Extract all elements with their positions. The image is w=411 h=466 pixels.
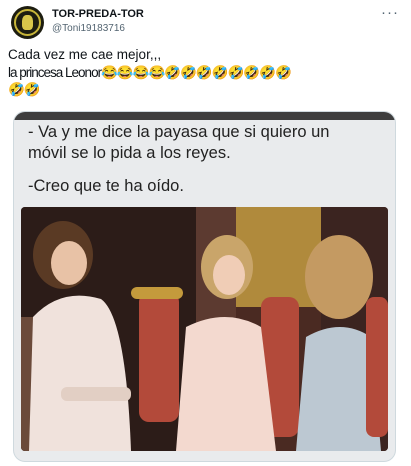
tweet-header: TOR-PREDA-TOR @Toni19183716 ··· <box>8 4 403 39</box>
avatar-figure <box>22 15 33 30</box>
tweet-text: Cada vez me cae mejor,,, la princesa Leo… <box>8 46 400 99</box>
user-handle[interactable]: @Toni19183716 <box>52 23 125 34</box>
tweet-text-line: la princesa Leonor😂😂😂😂🤣🤣🤣🤣🤣🤣🤣🤣 <box>8 64 292 80</box>
avatar[interactable] <box>11 6 44 39</box>
tweet-text-line: 🤣🤣 <box>8 82 41 97</box>
meme-top-bar <box>14 112 395 120</box>
meme-caption-line: - Va y me dice la payasa que si quiero u… <box>28 123 330 141</box>
display-name[interactable]: TOR-PREDA-TOR <box>52 8 144 20</box>
meme-photo <box>21 207 388 451</box>
meme-caption: - Va y me dice la payasa que si quiero u… <box>28 122 388 197</box>
tweet-text-line: Cada vez me cae mejor,,, <box>8 47 162 62</box>
meme-caption-line: -Creo que te ha oído. <box>28 177 184 195</box>
more-dots-icon[interactable]: ··· <box>381 4 399 21</box>
meme-caption-line: móvil se lo pida a los reyes. <box>28 144 231 162</box>
tweet-media-image[interactable]: - Va y me dice la payasa que si quiero u… <box>13 111 396 462</box>
